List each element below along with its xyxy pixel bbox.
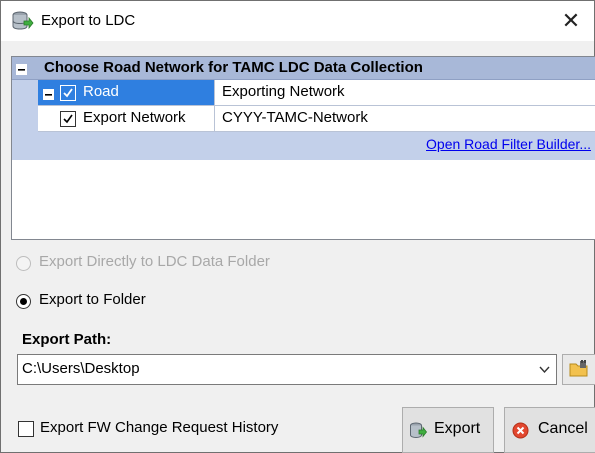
export-network-checkbox[interactable] <box>60 111 76 127</box>
export-network-label: Export Network <box>83 109 186 126</box>
close-icon[interactable]: ✕ <box>548 1 594 41</box>
tree-header-label: Choose Road Network for TAMC LDC Data Co… <box>44 59 423 76</box>
export-to-folder-label: Export to Folder <box>39 291 146 308</box>
tree-rows: Road Exporting Network Export Network CY… <box>12 80 595 160</box>
tree-row-road-name-cell[interactable]: Road <box>38 80 215 105</box>
road-checkbox[interactable] <box>60 85 76 101</box>
export-network-value: CYYY-TAMC-Network <box>222 109 368 126</box>
cancel-button-label: Cancel <box>538 420 588 437</box>
tree-row-export-network[interactable]: Export Network CYYY-TAMC-Network <box>38 106 595 132</box>
chevron-down-icon[interactable] <box>536 361 553 378</box>
road-label: Road <box>83 83 119 100</box>
export-path-value[interactable]: C:\Users\Desktop <box>22 360 140 377</box>
database-export-icon <box>12 11 34 31</box>
cancel-button[interactable]: Cancel <box>504 407 595 453</box>
export-button[interactable]: Export <box>402 407 494 453</box>
export-button-label: Export <box>434 420 481 437</box>
road-value: Exporting Network <box>222 83 345 100</box>
export-fw-history-label: Export FW Change Request History <box>40 419 279 436</box>
tree-group-header[interactable]: Choose Road Network for TAMC LDC Data Co… <box>12 57 595 80</box>
collapse-icon[interactable] <box>43 87 54 100</box>
dialog-title: Export to LDC <box>41 12 136 29</box>
export-dialog: Export to LDC ✕ Choose Road Network for … <box>0 0 595 453</box>
export-to-folder-radio[interactable] <box>16 294 31 309</box>
export-direct-radio[interactable] <box>16 256 31 271</box>
open-road-filter-builder-link[interactable]: Open Road Filter Builder... <box>426 136 591 152</box>
title-bar: Export to LDC ✕ <box>1 1 594 41</box>
tree-row-filter: Open Road Filter Builder... <box>38 132 595 158</box>
tree-row-road[interactable]: Road Exporting Network <box>38 80 595 106</box>
export-direct-label: Export Directly to LDC Data Folder <box>39 253 270 270</box>
database-export-icon <box>410 422 428 439</box>
cancel-icon <box>512 422 529 439</box>
export-fw-history-checkbox[interactable] <box>18 421 34 437</box>
browse-folder-button[interactable] <box>562 354 595 385</box>
collapse-icon[interactable] <box>16 62 27 75</box>
export-path-label: Export Path: <box>22 331 112 348</box>
export-path-combobox[interactable]: C:\Users\Desktop <box>17 354 557 385</box>
road-network-tree[interactable]: Choose Road Network for TAMC LDC Data Co… <box>11 56 595 240</box>
tree-row-export-network-name-cell[interactable]: Export Network <box>38 106 215 131</box>
radio-selected-dot <box>20 298 27 305</box>
